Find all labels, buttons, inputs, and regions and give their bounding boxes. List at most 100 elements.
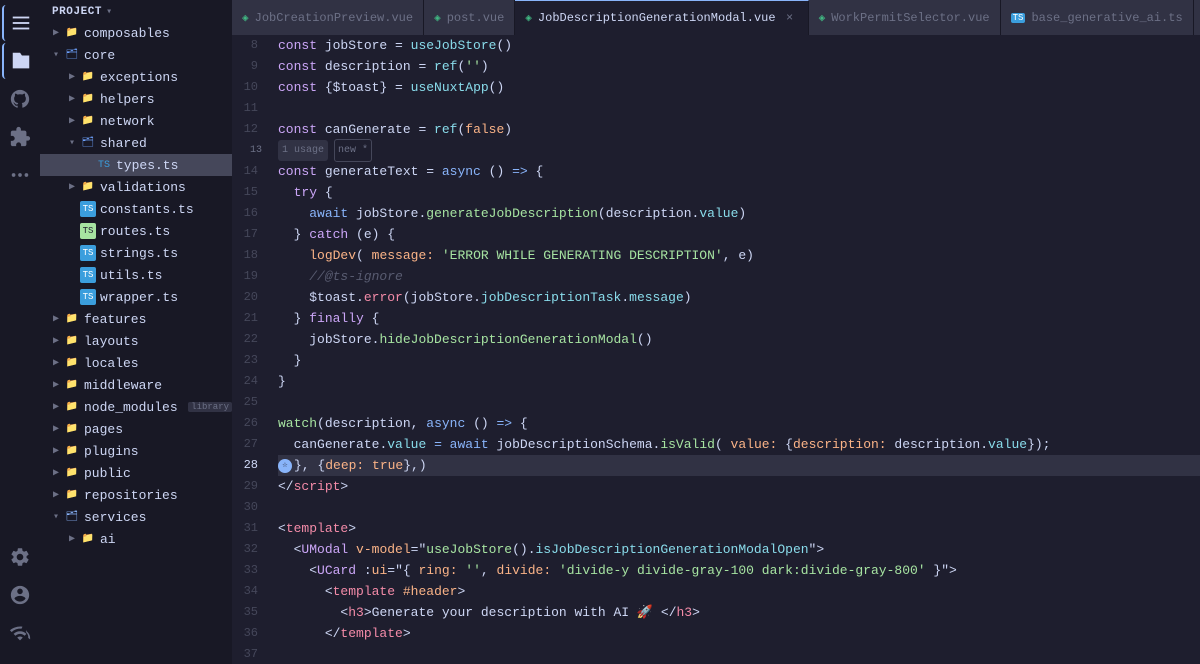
project-title: Project (52, 6, 102, 18)
line-num-35: 35 (232, 602, 266, 623)
code-line-22: jobStore.hideJobDescriptionGenerationMod… (278, 329, 1200, 350)
vue-icon: ◈ (242, 11, 249, 25)
code-line-21: } finally { (278, 308, 1200, 329)
types-ts-label: types.ts (116, 158, 232, 173)
code-line-11 (278, 98, 1200, 119)
sidebar-item-helpers[interactable]: ▶ 📁 helpers (40, 88, 232, 110)
line-num-14: 14 (232, 161, 266, 182)
sidebar-item-shared[interactable]: ▾ 🗂 shared (40, 132, 232, 154)
extensions-icon[interactable] (2, 119, 38, 155)
activity-bar (0, 0, 40, 664)
code-line-16: await jobStore.generateJobDescription(de… (278, 203, 1200, 224)
ts-file-icon: TS (80, 245, 96, 261)
chevron-right-icon: ▶ (64, 179, 80, 195)
chevron-right-icon: ▶ (64, 113, 80, 129)
folder-icon: 📁 (64, 25, 80, 41)
tab-label: JobCreationPreview.vue (255, 11, 413, 25)
github-icon[interactable] (2, 81, 38, 117)
tab-job-creation-preview[interactable]: ◈ JobCreationPreview.vue (232, 0, 424, 35)
composables-label: composables (84, 26, 232, 41)
line-num-31: 31 (232, 518, 266, 539)
sidebar: Project ▾ ▶ 📁 composables ▾ 🗂 core ▶ 📁 e… (40, 0, 232, 664)
code-line-29: </script> (278, 476, 1200, 497)
line-numbers: 8 9 10 11 12 13 14 15 16 17 18 19 20 21 … (232, 35, 274, 664)
code-line-25 (278, 392, 1200, 413)
sidebar-item-constants-ts[interactable]: TS constants.ts (40, 198, 232, 220)
tab-job-description-modal[interactable]: ◈ JobDescriptionGenerationModal.vue × (515, 0, 808, 35)
tab-generative[interactable]: TS generative (1194, 0, 1200, 35)
more-dots-icon[interactable] (2, 157, 38, 193)
chevron-right-icon: ▶ (48, 377, 64, 393)
exceptions-label: exceptions (100, 70, 232, 85)
utils-ts-label: utils.ts (100, 268, 232, 283)
line-num-23: 23 (232, 350, 266, 371)
sidebar-item-core[interactable]: ▾ 🗂 core (40, 44, 232, 66)
code-line-15: try { (278, 182, 1200, 203)
code-editor[interactable]: const jobStore = useJobStore() const des… (274, 35, 1200, 664)
sidebar-item-utils-ts[interactable]: TS utils.ts (40, 264, 232, 286)
tab-close-button[interactable]: × (782, 10, 798, 26)
sidebar-item-pages[interactable]: ▶ 📁 pages (40, 418, 232, 440)
sidebar-item-exceptions[interactable]: ▶ 📁 exceptions (40, 66, 232, 88)
code-line-30 (278, 497, 1200, 518)
line-num-8: 8 (232, 35, 266, 56)
explorer-icon[interactable] (2, 43, 38, 79)
tab-work-permit-selector[interactable]: ◈ WorkPermitSelector.vue (809, 0, 1001, 35)
sidebar-item-validations[interactable]: ▶ 📁 validations (40, 176, 232, 198)
features-label: features (84, 312, 232, 327)
activity-bar-bottom (2, 538, 38, 660)
code-line-31: <template> (278, 518, 1200, 539)
sidebar-item-layouts[interactable]: ▶ 📁 layouts (40, 330, 232, 352)
code-line-27: canGenerate.value = await jobDescription… (278, 434, 1200, 455)
menu-icon[interactable] (2, 5, 38, 41)
sidebar-item-composables[interactable]: ▶ 📁 composables (40, 22, 232, 44)
sidebar-item-locales[interactable]: ▶ 📁 locales (40, 352, 232, 374)
ts-file-icon: TS (80, 267, 96, 283)
shared-folder-icon: 🗂 (80, 135, 96, 151)
tab-base-generative-ai[interactable]: TS base_generative_ai.ts (1001, 0, 1194, 35)
sidebar-item-plugins[interactable]: ▶ 📁 plugins (40, 440, 232, 462)
sidebar-item-ai[interactable]: ▶ 📁 ai (40, 528, 232, 550)
activity-bar-top (2, 4, 38, 538)
layouts-label: layouts (84, 334, 232, 349)
code-line-usage-hint: 1 usage new * (278, 140, 1200, 161)
sidebar-item-types-ts[interactable]: TS types.ts (40, 154, 232, 176)
line-num-20: 20 (232, 287, 266, 308)
chevron-down-icon: ▾ (48, 47, 64, 63)
constants-ts-label: constants.ts (100, 202, 232, 217)
tab-post-vue[interactable]: ◈ post.vue (424, 0, 515, 35)
sidebar-item-middleware[interactable]: ▶ 📁 middleware (40, 374, 232, 396)
helpers-folder-icon: 📁 (80, 91, 96, 107)
chevron-right-icon: ▶ (64, 531, 80, 547)
line-num-36: 36 (232, 623, 266, 644)
sidebar-item-features[interactable]: ▶ 📁 features (40, 308, 232, 330)
usage-count-badge: 1 usage (278, 140, 328, 161)
code-line-28: ☆ }, {deep: true},) (278, 455, 1200, 476)
code-line-9: const description = ref('') (278, 56, 1200, 77)
code-line-10: const {$toast} = useNuxtApp() (278, 77, 1200, 98)
routes-file-icon: TS (80, 223, 96, 239)
sidebar-item-repositories[interactable]: ▶ 📁 repositories (40, 484, 232, 506)
validations-label: validations (100, 180, 232, 195)
sidebar-item-routes-ts[interactable]: TS routes.ts (40, 220, 232, 242)
code-line-18: logDev( message: 'ERROR WHILE GENERATING… (278, 245, 1200, 266)
code-line-14: const generateText = async () => { (278, 161, 1200, 182)
sidebar-item-wrapper-ts[interactable]: TS wrapper.ts (40, 286, 232, 308)
chevron-down-icon: ▾ (106, 6, 113, 18)
account-icon[interactable] (2, 577, 38, 613)
sidebar-item-strings-ts[interactable]: TS strings.ts (40, 242, 232, 264)
library-badge: library (188, 402, 232, 412)
sidebar-item-public[interactable]: ▶ 📁 public (40, 462, 232, 484)
chevron-right-icon: ▶ (48, 399, 64, 415)
network-folder-icon: 📁 (80, 113, 96, 129)
tab-label: WorkPermitSelector.vue (831, 11, 989, 25)
routes-ts-label: routes.ts (100, 224, 232, 239)
code-line-12: const canGenerate = ref(false) (278, 119, 1200, 140)
sidebar-item-network[interactable]: ▶ 📁 network (40, 110, 232, 132)
settings-icon[interactable] (2, 539, 38, 575)
sidebar-item-services[interactable]: ▾ 🗂 services (40, 506, 232, 528)
layouts-folder-icon: 📁 (64, 333, 80, 349)
sidebar-item-node-modules[interactable]: ▶ 📁 node_modules library (40, 396, 232, 418)
broadcast-icon[interactable] (2, 615, 38, 651)
tabs-bar: ◈ JobCreationPreview.vue ◈ post.vue ◈ Jo… (232, 0, 1200, 35)
